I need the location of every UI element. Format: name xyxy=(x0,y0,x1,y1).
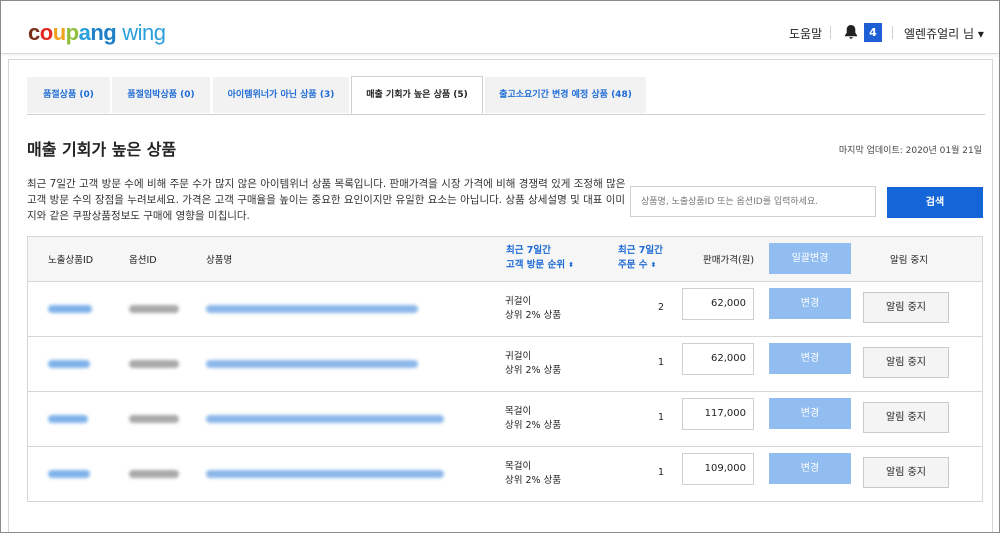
page-description: 최근 7일간 고객 방문 수에 비해 주문 수가 많지 않은 아이템위너 상품 … xyxy=(27,178,626,222)
logo-letter: a xyxy=(78,20,91,45)
stop-alert-button[interactable]: 알림 중지 xyxy=(863,347,949,378)
tab-almost-sold-out[interactable]: 품절임박상품 (0) xyxy=(112,77,210,113)
sort-icon: ⬍ xyxy=(568,261,574,269)
search-input[interactable] xyxy=(630,186,876,217)
notification-badge[interactable]: 4 xyxy=(864,23,882,42)
top-header: coupang wing 도움말 4 엘렌쥬얼리 님 ▾ xyxy=(1,1,999,54)
divider xyxy=(830,26,831,39)
col-visit-rank-line1: 최근 7일간 xyxy=(506,245,551,256)
logo-letter: o xyxy=(39,20,53,45)
price-input[interactable]: 62,000 xyxy=(682,288,754,320)
col-exposed-id: 노출상품ID xyxy=(48,255,94,266)
logo-wing: wing xyxy=(122,20,166,45)
logo-letter: u xyxy=(52,20,66,45)
app-window: coupang wing 도움말 4 엘렌쥬얼리 님 ▾ 품절상품 (0) 품절임… xyxy=(0,0,1000,533)
change-button[interactable]: 변경 xyxy=(769,453,851,484)
col-price: 판매가격(원) xyxy=(703,255,755,266)
main-content: 품절상품 (0) 품절임박상품 (0) 아이템위너가 아닌 상품 (3) 매출 … xyxy=(8,59,993,532)
search-button[interactable]: 검색 xyxy=(887,187,983,218)
tab-sold-out[interactable]: 품절상품 (0) xyxy=(27,77,110,113)
col-product-name: 상품명 xyxy=(206,255,233,266)
table-header: 노출상품ID 옵션ID 상품명 최근 7일간 고객 방문 순위 ⬍ 최근 7일간 … xyxy=(28,237,982,282)
bell-icon[interactable] xyxy=(844,24,858,40)
product-name-redacted[interactable] xyxy=(206,470,444,478)
visit-rank-cell: 귀걸이상위 2% 상품 xyxy=(505,350,561,378)
user-menu[interactable]: 엘렌쥬얼리 님 ▾ xyxy=(904,25,984,42)
col-orders-sort[interactable]: 최근 7일간 주문 수 ⬍ xyxy=(618,244,678,273)
price-input[interactable]: 117,000 xyxy=(682,398,754,430)
tab-bar: 품절상품 (0) 품절임박상품 (0) 아이템위너가 아닌 상품 (3) 매출 … xyxy=(27,76,985,115)
logo-letter: p xyxy=(65,20,79,45)
rank-percent: 상위 2% 상품 xyxy=(505,475,562,486)
price-input[interactable]: 109,000 xyxy=(682,453,754,485)
change-button[interactable]: 변경 xyxy=(769,398,851,429)
option-id-redacted xyxy=(129,415,179,423)
col-stop-alert: 알림 중지 xyxy=(890,255,928,266)
product-name-redacted[interactable] xyxy=(206,305,418,313)
table-row: 목걸이상위 2% 상품 1 109,000 변경 알림 중지 xyxy=(28,447,982,502)
coupang-wing-logo[interactable]: coupang wing xyxy=(28,20,166,46)
rank-percent: 상위 2% 상품 xyxy=(505,420,562,431)
stop-alert-button[interactable]: 알림 중지 xyxy=(863,457,949,488)
rank-percent: 상위 2% 상품 xyxy=(505,310,562,321)
divider xyxy=(892,26,893,39)
tab-high-sales-opportunity[interactable]: 매출 기회가 높은 상품 (5) xyxy=(351,76,483,114)
price-input[interactable]: 62,000 xyxy=(682,343,754,375)
orders-cell: 1 xyxy=(657,357,664,368)
help-link[interactable]: 도움말 xyxy=(789,25,822,42)
tab-not-item-winner[interactable]: 아이템위너가 아닌 상품 (3) xyxy=(213,77,349,113)
stop-alert-button[interactable]: 알림 중지 xyxy=(863,292,949,323)
table-row: 귀걸이상위 2% 상품 2 62,000 변경 알림 중지 xyxy=(28,282,982,337)
visit-rank-cell: 귀걸이상위 2% 상품 xyxy=(505,295,561,323)
product-table: 노출상품ID 옵션ID 상품명 최근 7일간 고객 방문 순위 ⬍ 최근 7일간 … xyxy=(27,236,983,502)
rank-percent: 상위 2% 상품 xyxy=(505,365,562,376)
exposed-id-redacted[interactable] xyxy=(48,305,92,313)
orders-cell: 1 xyxy=(657,412,664,423)
col-visit-rank-line2: 고객 방문 순위 xyxy=(506,259,566,271)
tab-shipping-period-change[interactable]: 출고소요기간 변경 예정 상품 (48) xyxy=(485,77,646,113)
col-option-id: 옵션ID xyxy=(129,255,157,266)
orders-cell: 1 xyxy=(657,467,664,478)
last-updated: 마지막 업데이트: 2020년 01월 21일 xyxy=(838,146,982,156)
change-button[interactable]: 변경 xyxy=(769,343,851,374)
col-orders-line2: 주문 수 xyxy=(618,259,648,271)
bulk-change-button[interactable]: 일괄변경 xyxy=(769,243,851,274)
orders-cell: 2 xyxy=(657,302,664,313)
product-name-redacted[interactable] xyxy=(206,360,418,368)
col-visit-rank-sort[interactable]: 최근 7일간 고객 방문 순위 ⬍ xyxy=(506,244,606,273)
sort-icon: ⬍ xyxy=(650,261,657,269)
col-orders-line1: 최근 7일간 xyxy=(618,245,663,256)
option-id-redacted xyxy=(129,360,179,368)
exposed-id-redacted[interactable] xyxy=(48,360,90,368)
exposed-id-redacted[interactable] xyxy=(48,415,88,423)
rank-category: 귀걸이 xyxy=(505,296,532,307)
rank-category: 목걸이 xyxy=(505,406,532,417)
rank-category: 귀걸이 xyxy=(505,351,532,362)
rank-category: 목걸이 xyxy=(505,461,532,472)
page-title: 매출 기회가 높은 상품 xyxy=(27,140,177,159)
option-id-redacted xyxy=(129,470,179,478)
logo-letter: ng xyxy=(90,20,117,45)
product-name-redacted[interactable] xyxy=(206,415,444,423)
option-id-redacted xyxy=(129,305,179,313)
change-button[interactable]: 변경 xyxy=(769,288,851,319)
table-row: 귀걸이상위 2% 상품 1 62,000 변경 알림 중지 xyxy=(28,337,982,392)
exposed-id-redacted[interactable] xyxy=(48,470,90,478)
logo-letter: c xyxy=(28,20,40,45)
visit-rank-cell: 목걸이상위 2% 상품 xyxy=(505,460,561,488)
table-row: 목걸이상위 2% 상품 1 117,000 변경 알림 중지 xyxy=(28,392,982,447)
visit-rank-cell: 목걸이상위 2% 상품 xyxy=(505,405,561,433)
stop-alert-button[interactable]: 알림 중지 xyxy=(863,402,949,433)
